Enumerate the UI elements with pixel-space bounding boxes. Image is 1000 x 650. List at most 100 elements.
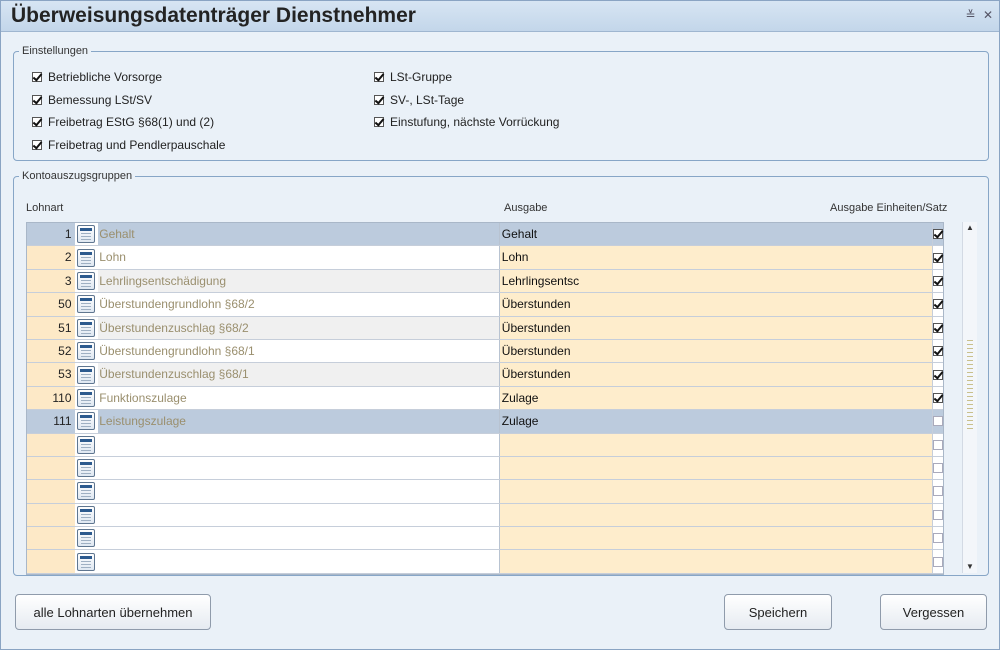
calendar-list-icon[interactable] xyxy=(77,552,96,571)
minimize-icon[interactable]: ≚ xyxy=(966,8,976,22)
lohnart-number[interactable]: 52 xyxy=(27,339,75,363)
table-row[interactable]: 2 Lohn Lohn xyxy=(27,246,943,270)
table-row[interactable]: 51 Überstundenzuschlag §68/2 Überstunden xyxy=(27,316,943,340)
einheiten-checkbox[interactable] xyxy=(932,463,943,474)
einheiten-checkbox[interactable] xyxy=(932,229,943,240)
calendar-list-icon[interactable] xyxy=(77,435,96,454)
table-row[interactable]: 1 Gehalt Gehalt xyxy=(27,223,943,247)
lookup-button[interactable] xyxy=(75,504,99,526)
table-row[interactable] xyxy=(27,503,943,528)
ausgabe-field[interactable] xyxy=(499,480,933,503)
einheiten-checkbox[interactable] xyxy=(932,299,943,310)
lookup-button[interactable] xyxy=(75,410,99,432)
lookup-button[interactable] xyxy=(75,363,99,385)
lohnart-number[interactable]: 53 xyxy=(27,363,75,386)
calendar-list-icon[interactable] xyxy=(77,459,96,478)
lohnart-number[interactable] xyxy=(27,503,75,527)
setting-checkbox[interactable] xyxy=(32,94,42,105)
ausgabe-field[interactable]: Lehrlingsentsc xyxy=(499,269,933,293)
lookup-button[interactable] xyxy=(75,340,99,362)
calendar-list-icon[interactable] xyxy=(77,295,96,314)
lohnart-number[interactable] xyxy=(27,433,75,456)
ausgabe-field[interactable]: Zulage xyxy=(499,386,933,410)
ausgabe-field[interactable]: Zulage xyxy=(499,410,933,433)
calendar-list-icon[interactable] xyxy=(77,529,96,548)
setting-checkbox[interactable] xyxy=(32,117,42,128)
lookup-button[interactable] xyxy=(75,457,99,479)
lookup-button[interactable] xyxy=(75,480,99,502)
setting-checkbox[interactable] xyxy=(374,72,384,82)
calendar-list-icon[interactable] xyxy=(77,388,96,407)
table-row[interactable]: 3 Lehrlingsentschädigung Lehrlingsentsc xyxy=(27,269,943,294)
ausgabe-field[interactable] xyxy=(499,503,933,527)
lookup-button[interactable] xyxy=(75,550,99,572)
ausgabe-field[interactable]: Überstunden xyxy=(499,293,933,316)
table-row[interactable] xyxy=(27,456,943,481)
ausgabe-field[interactable] xyxy=(499,527,933,550)
einheiten-checkbox[interactable] xyxy=(932,439,943,450)
calendar-list-icon[interactable] xyxy=(77,505,96,524)
table-row[interactable]: 50 Überstundengrundlohn §68/2 Überstunden xyxy=(27,293,943,317)
lohnart-number[interactable] xyxy=(27,456,75,480)
setting-option[interactable]: Einstufung, nächste Vorrückung xyxy=(374,114,559,130)
einheiten-checkbox[interactable] xyxy=(932,509,943,520)
lohnart-number[interactable]: 51 xyxy=(27,316,75,339)
lohnart-number[interactable]: 110 xyxy=(27,386,75,410)
lookup-button[interactable] xyxy=(75,387,99,409)
calendar-list-icon[interactable] xyxy=(77,318,96,337)
setting-option[interactable]: LSt-Gruppe xyxy=(374,69,452,85)
table-row[interactable]: 53 Überstundenzuschlag §68/1 Überstunden xyxy=(27,363,943,387)
calendar-list-icon[interactable] xyxy=(77,412,96,431)
setting-option[interactable]: Freibetrag EStG §68(1) und (2) xyxy=(32,114,214,130)
table-row[interactable]: 52 Überstundengrundlohn §68/1 Überstunden xyxy=(27,339,943,364)
ausgabe-field[interactable] xyxy=(499,456,933,480)
lookup-button[interactable] xyxy=(75,527,99,549)
save-button[interactable]: Speichern xyxy=(724,594,832,630)
einheiten-checkbox[interactable] xyxy=(932,275,943,286)
scroll-grip[interactable] xyxy=(967,340,973,430)
lookup-button[interactable] xyxy=(75,317,99,339)
setting-option[interactable]: Betriebliche Vorsorge xyxy=(32,69,162,85)
cancel-button[interactable]: Vergessen xyxy=(880,594,987,630)
ausgabe-field[interactable]: Überstunden xyxy=(499,339,933,363)
einheiten-checkbox[interactable] xyxy=(932,346,943,357)
lohnart-number[interactable] xyxy=(27,480,75,503)
einheiten-checkbox[interactable] xyxy=(932,486,943,497)
setting-option[interactable]: Bemessung LSt/SV xyxy=(32,92,152,108)
ausgabe-field[interactable]: Lohn xyxy=(499,246,933,269)
setting-option[interactable]: SV-, LSt-Tage xyxy=(374,92,464,108)
table-row[interactable] xyxy=(27,527,943,551)
setting-checkbox[interactable] xyxy=(32,140,42,151)
einheiten-checkbox[interactable] xyxy=(932,556,943,567)
ausgabe-field[interactable]: Überstunden xyxy=(499,363,933,386)
scroll-up-icon[interactable]: ▲ xyxy=(963,222,977,234)
table-row[interactable]: 111 Leistungszulage Zulage xyxy=(27,410,943,434)
einheiten-checkbox[interactable] xyxy=(932,416,943,427)
table-row[interactable] xyxy=(27,550,943,574)
calendar-list-icon[interactable] xyxy=(77,248,96,267)
lohnart-number[interactable]: 2 xyxy=(27,246,75,269)
take-all-lohnarten-button[interactable]: alle Lohnarten übernehmen xyxy=(15,594,211,630)
setting-checkbox[interactable] xyxy=(32,72,42,82)
lohnart-number[interactable]: 111 xyxy=(27,410,75,433)
close-icon[interactable]: ✕ xyxy=(983,8,993,22)
table-row[interactable]: 110 Funktionszulage Zulage xyxy=(27,386,943,411)
calendar-list-icon[interactable] xyxy=(77,225,96,244)
lookup-button[interactable] xyxy=(75,270,99,292)
lohnart-number[interactable]: 50 xyxy=(27,293,75,316)
table-row[interactable] xyxy=(27,433,943,457)
setting-option[interactable]: Freibetrag und Pendlerpauschale xyxy=(32,137,225,153)
lohnart-number[interactable]: 3 xyxy=(27,269,75,293)
calendar-list-icon[interactable] xyxy=(77,482,96,501)
lookup-button[interactable] xyxy=(75,223,99,245)
lookup-button[interactable] xyxy=(75,434,99,456)
calendar-list-icon[interactable] xyxy=(77,271,96,290)
ausgabe-field[interactable] xyxy=(499,550,933,573)
einheiten-checkbox[interactable] xyxy=(932,322,943,333)
setting-checkbox[interactable] xyxy=(374,117,384,128)
lookup-button[interactable] xyxy=(75,293,99,315)
lookup-button[interactable] xyxy=(75,246,99,268)
scroll-down-icon[interactable]: ▼ xyxy=(963,561,977,573)
table-scrollbar[interactable]: ▲ ▼ xyxy=(962,222,977,573)
calendar-list-icon[interactable] xyxy=(77,342,96,361)
